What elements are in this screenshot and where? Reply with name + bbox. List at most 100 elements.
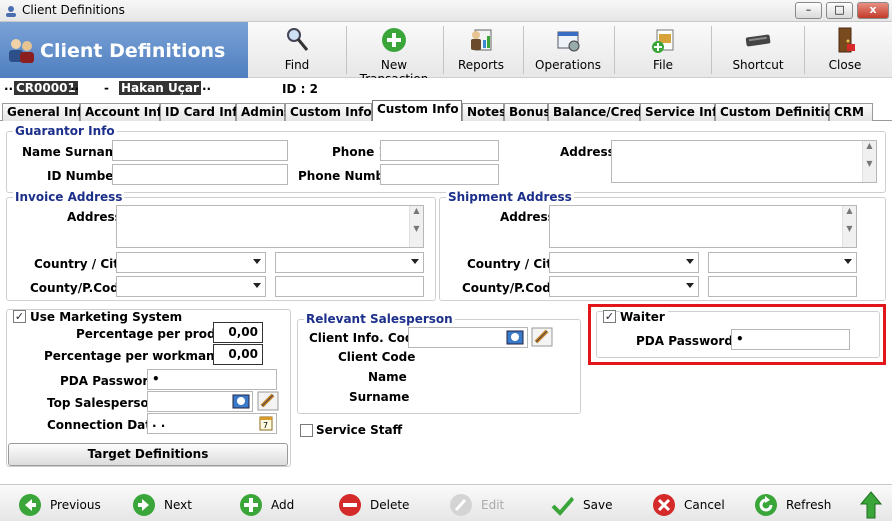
- close-button[interactable]: Close: [800, 24, 890, 76]
- reports-icon: [471, 29, 492, 51]
- shipment-postal-code-input[interactable]: [708, 276, 857, 297]
- tab-service-info[interactable]: Service Info: [640, 103, 726, 121]
- chevron-down-icon: [844, 259, 852, 264]
- pct-work-input[interactable]: 0,00: [213, 344, 263, 365]
- guarantor-title: Guarantor Info: [13, 124, 117, 138]
- find-button[interactable]: Find: [252, 24, 342, 76]
- chevron-down-icon: [253, 259, 261, 264]
- tab-general-info[interactable]: General Info: [2, 103, 90, 121]
- invoice-address-textarea[interactable]: ▲ ▼: [116, 205, 424, 248]
- close-label: Close: [828, 58, 862, 72]
- new-transaction-button[interactable]: New Transaction: [349, 24, 439, 86]
- record-separator: ··: [70, 82, 80, 96]
- close-door-icon: [838, 27, 855, 53]
- invoice-county-select[interactable]: [116, 276, 266, 297]
- target-definitions-button[interactable]: Target Definitions: [8, 443, 288, 466]
- find-label: Find: [284, 58, 310, 72]
- app-icon: [6, 6, 16, 17]
- lookup-icon[interactable]: [231, 392, 253, 412]
- scrollbar[interactable]: ▲ ▼: [842, 206, 856, 247]
- edit-pencil-icon[interactable]: [531, 327, 553, 347]
- plus-icon: [240, 494, 262, 516]
- tab-id-card-info[interactable]: ID Card Info: [160, 103, 246, 121]
- record-prefix: ··: [4, 82, 14, 96]
- invoice-country-select[interactable]: [116, 252, 266, 273]
- invoice-city-select[interactable]: [275, 252, 424, 273]
- tab-custom-info-1[interactable]: Custom Info 1: [285, 103, 384, 121]
- shipment-country-label: Country / City: [467, 257, 560, 271]
- invoice-county-label: County/P.Code: [30, 281, 128, 295]
- record-last-name: Uçar: [166, 81, 201, 95]
- waiter-checkbox[interactable]: ✓: [603, 310, 616, 323]
- refresh-icon: [755, 494, 777, 516]
- tab-crm[interactable]: CRM: [829, 103, 873, 121]
- name-surname-input[interactable]: [112, 140, 288, 161]
- shipment-county-label: County/P.Code: [462, 281, 560, 295]
- tab-notes[interactable]: Notes: [462, 103, 506, 121]
- minimize-button[interactable]: –: [795, 2, 822, 19]
- record-code: CR00001: [14, 81, 78, 95]
- client-code-label: Client Code: [338, 350, 416, 364]
- reports-label: Reports: [457, 58, 505, 72]
- relevant-salesperson-title: Relevant Salesperson: [304, 312, 455, 326]
- x-icon: [653, 494, 675, 516]
- tab-custom-info-2[interactable]: Custom Info 2: [372, 100, 471, 122]
- chevron-down-icon: [686, 283, 694, 288]
- record-dash: -: [104, 81, 109, 95]
- guarantor-address-textarea[interactable]: ▲ ▼: [611, 140, 877, 183]
- record-first-name: Hakan: [119, 81, 166, 95]
- tab-bonus[interactable]: Bonus: [504, 103, 551, 121]
- invoice-country-label: Country / City: [34, 257, 127, 271]
- up-arrow-icon[interactable]: [860, 491, 882, 519]
- shortcut-button[interactable]: Shortcut: [713, 24, 803, 76]
- tab-strip: General Info Account Info ID Card Info A…: [0, 100, 892, 122]
- service-staff-checkbox[interactable]: [300, 424, 313, 437]
- shipment-county-select[interactable]: [549, 276, 699, 297]
- close-window-button[interactable]: x: [857, 2, 889, 19]
- tab-custom-definitions[interactable]: Custom Definitions: [715, 103, 849, 121]
- operations-button[interactable]: Operations: [523, 24, 613, 76]
- lookup-icon[interactable]: [505, 328, 527, 348]
- maximize-button[interactable]: □: [826, 2, 853, 19]
- record-info-bar: ·· CR00001 ·· - Hakan Uçar ·· ID : 2: [0, 78, 892, 100]
- shipment-address-title: Shipment Address: [446, 190, 574, 204]
- tab-account-info[interactable]: Account Info: [80, 103, 170, 121]
- chevron-down-icon: [686, 259, 694, 264]
- calendar-icon[interactable]: 7: [259, 415, 273, 431]
- scrollbar[interactable]: ▲ ▼: [862, 141, 876, 182]
- client-definitions-icon: [9, 39, 34, 63]
- shipment-address-label: Address: [500, 210, 555, 224]
- waiter-pda-input[interactable]: •: [731, 329, 850, 350]
- toolbar-separator: [614, 26, 615, 74]
- pda-password-label: PDA Password: [60, 374, 157, 388]
- name-surname-label: Name Surname: [22, 145, 126, 159]
- invoice-address-title: Invoice Address: [13, 190, 125, 204]
- invoice-postal-code-input[interactable]: [275, 276, 424, 297]
- find-icon: [287, 28, 309, 51]
- tab-admins[interactable]: Admins: [236, 103, 291, 121]
- shipment-country-select[interactable]: [549, 252, 699, 273]
- pct-product-input[interactable]: 0,00: [213, 322, 263, 343]
- id-number-input[interactable]: [112, 164, 288, 185]
- connection-date-input[interactable]: . .: [147, 413, 277, 434]
- tab-balance-credit[interactable]: Balance/Credit: [548, 103, 652, 121]
- use-marketing-checkbox[interactable]: ✓: [13, 310, 26, 323]
- file-button[interactable]: File: [618, 24, 708, 76]
- shipment-city-select[interactable]: [708, 252, 857, 273]
- arrow-left-icon: [19, 494, 41, 516]
- client-info-code-label: Client Info. Code: [309, 331, 422, 345]
- navigation-bar: Previous Next Add Delete Edit Save Cance…: [0, 484, 892, 521]
- phone2-input[interactable]: [380, 164, 499, 185]
- edit-pencil-icon[interactable]: [257, 391, 279, 411]
- service-staff-label: Service Staff: [316, 423, 403, 437]
- toolbar-separator: [711, 26, 712, 74]
- shipment-address-textarea[interactable]: ▲ ▼: [549, 205, 857, 248]
- shortcut-icon: [745, 34, 771, 47]
- reports-button[interactable]: Reports: [436, 24, 526, 76]
- title-bar: Client Definitions – □ x: [0, 0, 892, 22]
- pda-password-input[interactable]: •: [147, 369, 277, 390]
- save-label: Save: [583, 498, 613, 512]
- phone1-input[interactable]: [380, 140, 499, 161]
- scrollbar[interactable]: ▲ ▼: [409, 206, 423, 247]
- salesperson-surname-label: Surname: [349, 390, 410, 404]
